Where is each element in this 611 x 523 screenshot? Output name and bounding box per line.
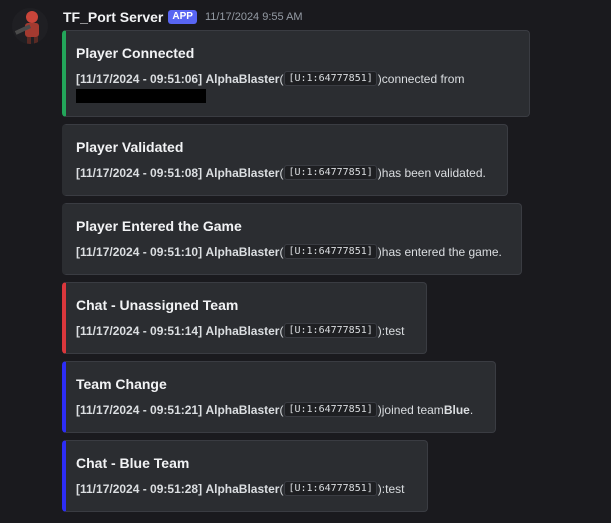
steam-id-code: [U:1:64777851]: [284, 165, 377, 180]
team-name: Blue: [443, 402, 470, 417]
paren-close: ):: [377, 481, 386, 496]
player-name: AlphaBlaster: [205, 71, 280, 86]
embed-description: [11/17/2024 - 09:51:28] AlphaBlaster ([U…: [76, 481, 404, 496]
player-name: AlphaBlaster: [205, 244, 280, 259]
avatar-image: [12, 8, 48, 44]
embed-team-change: Team Change [11/17/2024 - 09:51:21] Alph…: [62, 361, 496, 433]
steam-id-code: [U:1:64777851]: [284, 244, 377, 259]
embed-description: [11/17/2024 - 09:51:10] AlphaBlaster ([U…: [76, 244, 502, 259]
event-text-end: .: [469, 402, 474, 417]
embed-chat-blue: Chat - Blue Team [11/17/2024 - 09:51:28]…: [62, 440, 428, 512]
paren-open: (: [279, 165, 284, 180]
app-badge: APP: [168, 10, 197, 24]
steam-id-code: [U:1:64777851]: [284, 323, 377, 338]
embed-player-connected: Player Connected [11/17/2024 - 09:51:06]…: [62, 30, 530, 117]
event-time: [11/17/2024 - 09:51:21]: [76, 402, 203, 417]
embed-chat-unassigned: Chat - Unassigned Team [11/17/2024 - 09:…: [62, 282, 427, 354]
event-time: [11/17/2024 - 09:51:28]: [76, 481, 203, 496]
embed-description: [11/17/2024 - 09:51:06] AlphaBlaster ([U…: [76, 71, 464, 86]
paren-open: (: [279, 71, 284, 86]
player-name: AlphaBlaster: [205, 323, 280, 338]
event-text: joined team: [381, 402, 444, 417]
steam-id-code: [U:1:64777851]: [284, 402, 377, 417]
chat-message: test: [385, 323, 405, 338]
event-text: has been validated.: [381, 165, 486, 180]
paren-open: (: [279, 323, 284, 338]
embed-description: [11/17/2024 - 09:51:21] AlphaBlaster ([U…: [76, 402, 473, 417]
event-time: [11/17/2024 - 09:51:06]: [76, 71, 203, 86]
paren-close: ):: [377, 323, 386, 338]
message-timestamp[interactable]: 11/17/2024 9:55 AM: [205, 11, 303, 23]
event-text: has entered the game.: [381, 244, 502, 259]
embed-description: [11/17/2024 - 09:51:14] AlphaBlaster ([U…: [76, 323, 404, 338]
embed-title: Player Validated: [76, 139, 184, 155]
embed-player-validated: Player Validated [11/17/2024 - 09:51:08]…: [62, 124, 508, 196]
message-header: TF_Port Server APP 11/17/2024 9:55 AM: [63, 8, 303, 26]
embed-title: Player Entered the Game: [76, 218, 242, 234]
embed-title: Team Change: [76, 376, 167, 392]
embed-title: Chat - Blue Team: [76, 455, 190, 471]
player-name: AlphaBlaster: [205, 481, 280, 496]
player-name: AlphaBlaster: [205, 402, 280, 417]
username[interactable]: TF_Port Server: [63, 9, 163, 25]
embed-description: [11/17/2024 - 09:51:08] AlphaBlaster ([U…: [76, 165, 486, 180]
chat-message: test: [385, 481, 405, 496]
redacted-address: [76, 89, 206, 103]
paren-open: (: [279, 402, 284, 417]
event-time: [11/17/2024 - 09:51:08]: [76, 165, 203, 180]
steam-id-code: [U:1:64777851]: [284, 71, 377, 86]
paren-open: (: [279, 481, 284, 496]
event-time: [11/17/2024 - 09:51:14]: [76, 323, 203, 338]
embed-title: Chat - Unassigned Team: [76, 297, 239, 313]
event-time: [11/17/2024 - 09:51:10]: [76, 244, 203, 259]
steam-id-code: [U:1:64777851]: [284, 481, 377, 496]
player-name: AlphaBlaster: [205, 165, 280, 180]
avatar[interactable]: [12, 8, 48, 44]
paren-open: (: [279, 244, 284, 259]
embed-title: Player Connected: [76, 45, 195, 61]
embed-player-entered: Player Entered the Game [11/17/2024 - 09…: [62, 203, 522, 275]
event-text: connected from: [381, 71, 465, 86]
